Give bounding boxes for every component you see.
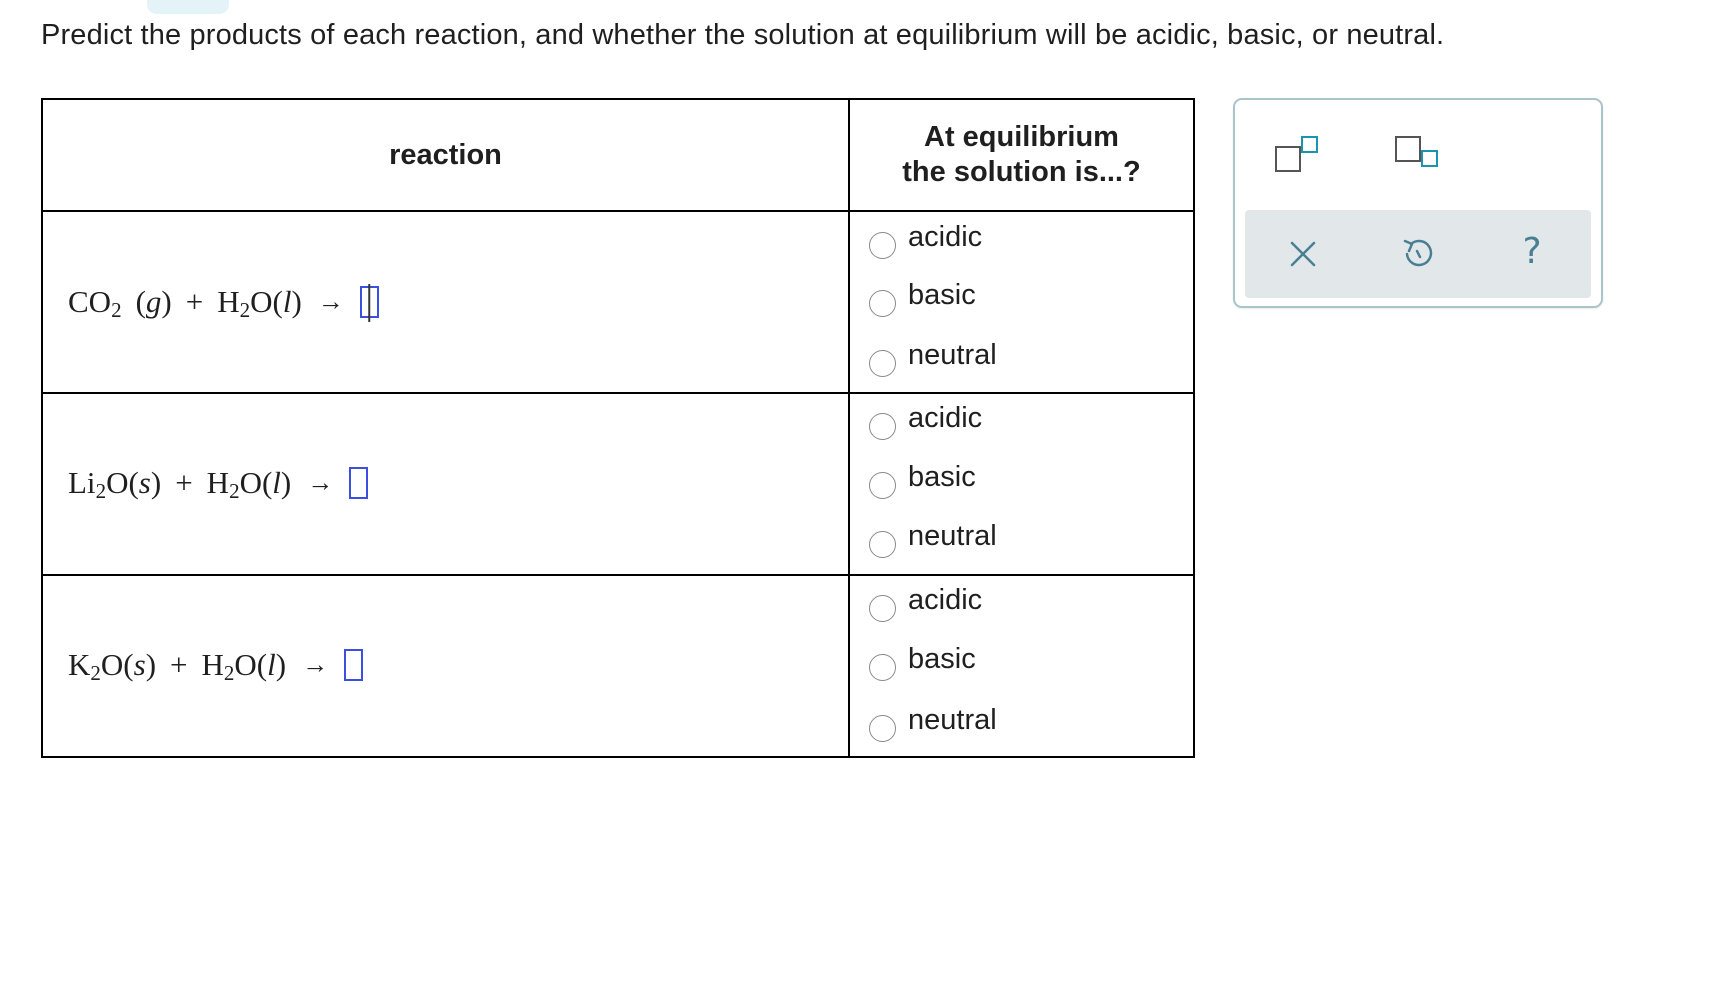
- radio-button[interactable]: [869, 653, 896, 681]
- header-divider: [43, 210, 1193, 212]
- option-basic[interactable]: basic: [869, 643, 976, 681]
- reaction-equation-k2o: K 2 O(s) + H 2 O(l) →: [68, 647, 364, 685]
- product-input-box[interactable]: [359, 286, 379, 318]
- reaction-table: reaction At equilibrium the solution is.…: [41, 98, 1195, 758]
- radio-button[interactable]: [869, 289, 896, 317]
- tool-action-bar: ?: [1245, 210, 1591, 298]
- clear-button[interactable]: [1287, 238, 1319, 270]
- question-prompt: Predict the products of each reaction, a…: [41, 19, 1445, 51]
- help-button[interactable]: ?: [1517, 232, 1547, 272]
- reaction-equation-li2o: Li 2 O(s) + H 2 O(l) →: [68, 465, 369, 503]
- math-tool-panel: ?: [1233, 98, 1603, 308]
- reaction-arrow: →: [317, 287, 344, 316]
- option-acidic[interactable]: acidic: [869, 584, 982, 622]
- radio-button[interactable]: [869, 412, 896, 440]
- superscript-button[interactable]: [1275, 136, 1325, 176]
- clear-icon: [1290, 241, 1316, 267]
- radio-button[interactable]: [869, 471, 896, 499]
- option-basic[interactable]: basic: [869, 461, 976, 499]
- help-icon: ?: [1522, 231, 1542, 272]
- header-equilibrium: At equilibrium the solution is...?: [850, 100, 1193, 210]
- radio-button[interactable]: [869, 530, 896, 558]
- undo-button[interactable]: [1401, 236, 1435, 272]
- subscript-button[interactable]: [1395, 136, 1445, 176]
- product-input-box[interactable]: [349, 467, 369, 499]
- radio-button[interactable]: [869, 594, 896, 622]
- option-acidic[interactable]: acidic: [869, 221, 982, 259]
- radio-button[interactable]: [869, 231, 896, 259]
- product-input-box[interactable]: [344, 649, 364, 681]
- undo-icon: [1403, 239, 1433, 267]
- top-tab: [147, 0, 229, 14]
- reaction-arrow: →: [307, 468, 334, 497]
- option-basic[interactable]: basic: [869, 279, 976, 317]
- row-divider: [43, 574, 1193, 576]
- radio-button[interactable]: [869, 714, 896, 742]
- option-neutral[interactable]: neutral: [869, 339, 997, 377]
- row-divider: [43, 392, 1193, 394]
- option-neutral[interactable]: neutral: [869, 520, 997, 558]
- option-neutral[interactable]: neutral: [869, 704, 997, 742]
- header-reaction: reaction: [389, 138, 502, 171]
- header-equilibrium-line1: At equilibrium: [924, 121, 1119, 153]
- reaction-arrow: →: [302, 650, 329, 679]
- header-equilibrium-line2: the solution is...?: [902, 156, 1141, 188]
- radio-button[interactable]: [869, 349, 896, 377]
- option-acidic[interactable]: acidic: [869, 402, 982, 440]
- reaction-equation-co2: CO 2(g) + H 2 O(l) →: [68, 284, 379, 322]
